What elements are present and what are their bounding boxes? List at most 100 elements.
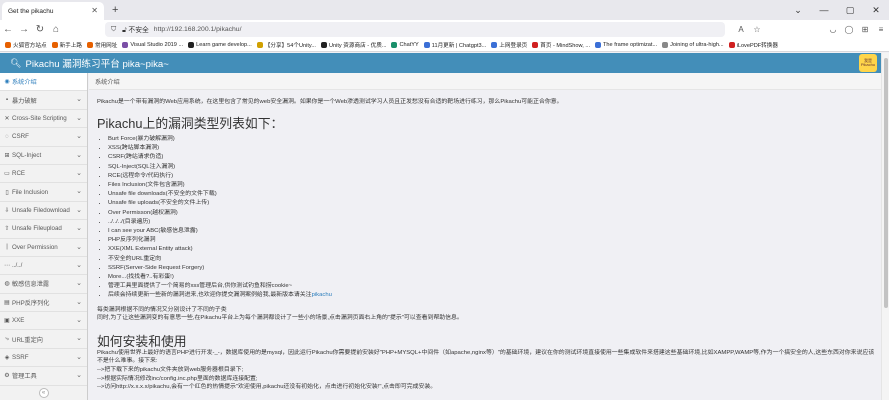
browser-tab[interactable]: Get the pikachu ✕ [2, 2, 104, 20]
sidebar-item[interactable]: ▯ File Inclusion ⌄ [0, 183, 87, 202]
menu-icon[interactable]: ≡ [873, 25, 889, 34]
close-tab-icon[interactable]: ✕ [91, 6, 98, 15]
app-title[interactable]: Pikachu 漏洞练习平台 pika~pika~ [25, 56, 168, 70]
sidebar-item-label: 敏感信息泄露 [12, 281, 50, 289]
list-item: 后续会持续更新一些新的漏洞进来,也欢迎你提交漏洞案例给我,最新版本请关注pika… [108, 291, 877, 300]
bookmark-item[interactable]: 【分享】54个Unity... [256, 41, 316, 49]
translate-icon[interactable]: A [733, 25, 749, 34]
sidebar-item[interactable]: ◍ 敏感信息泄露 ⌄ [0, 275, 87, 294]
sidebar-item-label: Unsafe Fileupload [12, 225, 62, 233]
extensions-icon[interactable]: ⊞ [857, 25, 873, 34]
bookmark-item[interactable]: 首页 - MindShow, ... [532, 41, 590, 49]
insecure-label: 🔓︎ 不安全 [122, 24, 149, 35]
sidebar-item[interactable]: ✕ Cross-Site Scripting ⌄ [0, 110, 87, 129]
sidebar-item[interactable]: ⇧ Unsafe Fileupload ⌄ [0, 220, 87, 239]
vuln-list-heading: Pikachu上的漏洞类型列表如下： [97, 116, 284, 131]
chevron-down-icon: ⌄ [76, 133, 82, 141]
scrollbar-thumb[interactable] [884, 58, 888, 308]
sidebar-item[interactable]: ▭ RCE ⌄ [0, 165, 87, 184]
bookmark-item[interactable]: 火狐官方站点 [5, 41, 47, 49]
sidebar-item-label: ../../ [12, 262, 23, 270]
sidebar-item[interactable]: ▤ PHP反序列化 ⌄ [0, 294, 87, 313]
sidebar-collapse: « [0, 386, 87, 400]
forward-icon[interactable]: → [16, 24, 32, 35]
sidebar-item[interactable]: ⚙ 管理工具 ⌄ [0, 367, 87, 386]
maximize-icon[interactable]: ▢ [837, 5, 863, 16]
home-icon[interactable]: ⌂ [48, 24, 64, 35]
tab-title: Get the pikachu [8, 7, 54, 15]
reload-icon[interactable]: ↻ [32, 24, 48, 35]
collapse-sidebar-icon[interactable]: « [38, 387, 49, 398]
pikachu-link[interactable]: pikachu [312, 292, 332, 298]
list-item: More...(找找看?..有彩蛋!) [108, 273, 877, 282]
minimize-icon[interactable]: — [811, 5, 837, 15]
shield-icon: ⛉ [111, 25, 117, 33]
bookmark-item[interactable]: iLovePDF转换器 [728, 41, 778, 49]
list-item: Burt Force(暴力破解漏洞) [108, 135, 877, 144]
bookmark-label: Unity 资源商店 - 优质... [328, 43, 387, 49]
list-item: Over Permisson(越权漏洞) [108, 209, 877, 218]
bookmark-favicon-icon [188, 42, 195, 48]
address-bar[interactable]: ⛉ 🔓︎ 不安全 http://192.168.200.1/pikachu/ [105, 22, 725, 37]
chevron-down-icon: ⌄ [76, 372, 82, 380]
sidebar-item[interactable]: ⋯ ../../ ⌄ [0, 257, 87, 276]
bookmark-item[interactable]: Unity 资源商店 - 优质... [320, 41, 387, 49]
chevron-down-icon: ⌄ [76, 225, 82, 233]
bookmark-item[interactable]: 上网登录页 [491, 41, 527, 49]
bookmark-favicon-icon [662, 42, 669, 48]
sidebar-item-label: Over Permission [12, 243, 58, 251]
sidebar-item-label: SSRF [12, 354, 29, 362]
sidebar-item-icon: ⚙ [4, 373, 10, 380]
bookmark-item[interactable]: ChatYY [391, 42, 419, 48]
bookmark-label: 新手上路 [59, 43, 82, 49]
breadcrumb: 系统介绍 [89, 73, 881, 90]
sidebar-item[interactable]: | Over Permission ⌄ [0, 239, 87, 257]
list-item: CSRF(跨站请求伪造) [108, 153, 877, 162]
bookmark-item[interactable]: Visual Studio 2019 ... [122, 42, 183, 48]
bookmark-label: Visual Studio 2019 ... [130, 42, 184, 48]
bookmark-item[interactable]: The frame optimizat... [595, 42, 657, 48]
sidebar-item[interactable]: ◉ 系统介绍 [0, 73, 87, 92]
url-text[interactable]: http://192.168.200.1/pikachu/ [154, 26, 242, 33]
logo-icon: 🔍︎ [10, 57, 22, 68]
chevron-down-icon: ⌄ [76, 151, 82, 159]
bookmark-item[interactable]: 11月更新 | Chatgpt3... [423, 41, 486, 49]
sidebar-item[interactable]: ⤷ URL重定向 ⌄ [0, 330, 87, 349]
bookmark-label: Learn game develop... [196, 42, 252, 48]
sidebar-item[interactable]: ▣ XXE ⌄ [0, 312, 87, 331]
sidebar-item[interactable]: ◈ SSRF ⌄ [0, 349, 87, 368]
list-item: XXE(XML External Entity attack) [108, 245, 877, 254]
breadcrumb-current[interactable]: 系统介绍 [95, 77, 120, 86]
bookmark-item[interactable]: 常用网址 [86, 41, 117, 49]
tab-list-icon[interactable]: ⌄ [785, 5, 811, 16]
page-scrollbar[interactable] [881, 53, 889, 400]
avatar[interactable]: 我是 Pikachu [859, 54, 877, 72]
sidebar-item[interactable]: ▪ 暴力破解 ⌄ [0, 91, 87, 110]
account-icon[interactable]: ◯ [841, 25, 857, 34]
bookmark-star-icon[interactable]: ☆ [749, 25, 765, 34]
list-item: SSRF(Server-Side Request Forgery) [108, 264, 877, 273]
bookmark-favicon-icon [256, 42, 263, 48]
update-note: 后续会持续更新一些新的漏洞进来,也欢迎你提交漏洞案例给我,最新版本请关注 [108, 292, 312, 299]
bookmark-item[interactable]: Learn game develop... [188, 42, 252, 48]
sidebar-item[interactable]: ⇩ Unsafe Filedownload ⌄ [0, 202, 87, 221]
pocket-icon[interactable]: ◡ [825, 25, 841, 34]
sidebar-item-label: PHP反序列化 [12, 299, 50, 307]
bookmark-label: ChatYY [399, 42, 419, 48]
chevron-down-icon: ⌄ [76, 298, 82, 306]
bookmark-item[interactable]: 新手上路 [51, 41, 82, 49]
sidebar-item-label: XXE [12, 317, 25, 325]
sidebar-item[interactable]: ◌ CSRF ⌄ [0, 128, 87, 147]
install-step: -->根据实际情况修改inc/config.inc.php里面的数据库连接配置; [97, 375, 258, 382]
close-window-icon[interactable]: ✕ [863, 5, 889, 16]
sidebar-item-label: Cross-Site Scripting [12, 114, 67, 122]
window-controls: ⌄ — ▢ ✕ [785, 0, 889, 20]
vuln-list: Burt Force(暴力破解漏洞)XSS(跨站脚本漏洞)CSRF(跨站请求伪造… [97, 135, 877, 301]
new-tab-button[interactable]: + [112, 4, 118, 16]
sidebar-item[interactable]: ⊞ SQL-Inject ⌄ [0, 147, 87, 165]
bookmark-item[interactable]: Joining of ultra-high... [662, 42, 724, 48]
list-item: SQL-Inject(SQL注入漏洞) [108, 163, 877, 172]
list-item: Unsafe file downloads(不安全的文件下载) [108, 190, 877, 199]
bookmark-label: Joining of ultra-high... [670, 42, 724, 48]
back-icon[interactable]: ← [0, 24, 16, 35]
